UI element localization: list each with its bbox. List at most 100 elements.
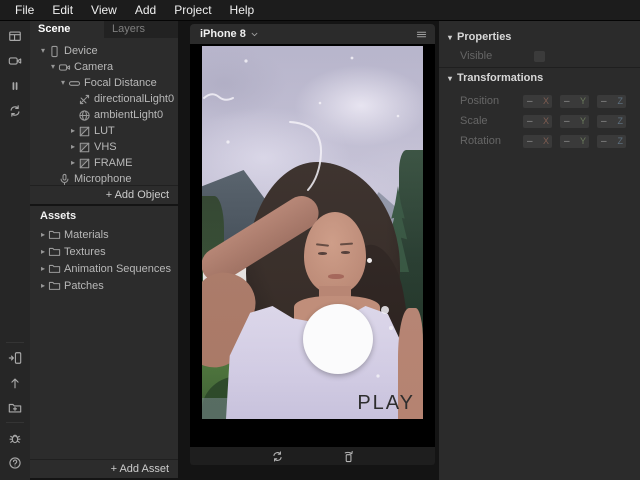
menu-file[interactable]: File <box>6 3 43 17</box>
scene-item-device[interactable]: ▾ Device <box>30 43 178 59</box>
asset-item-textures[interactable]: ▸ Textures <box>30 243 178 260</box>
expand-arrow-icon[interactable]: ▾ <box>48 59 58 75</box>
app-window: File Edit View Add Project Help Scene Layers … <box>0 0 640 480</box>
axis-letter: Z <box>617 96 624 106</box>
expand-arrow-icon[interactable]: ▸ <box>68 155 78 171</box>
expand-arrow-icon[interactable]: ▾ <box>58 75 68 91</box>
video-camera-icon <box>8 54 22 68</box>
scale-z-field[interactable]: – Z <box>597 114 626 128</box>
expand-arrow-icon[interactable]: ▸ <box>38 261 48 277</box>
menu-project[interactable]: Project <box>165 3 220 17</box>
menu-edit[interactable]: Edit <box>43 3 82 17</box>
scene-item-microphone[interactable]: Microphone <box>30 171 178 185</box>
mic-icon <box>58 173 71 186</box>
scene-item-label: Camera <box>74 61 114 73</box>
scene-item-label: FRAME <box>94 157 133 169</box>
axis-letter: X <box>542 116 549 126</box>
asset-item-patches[interactable]: ▸ Patches <box>30 277 178 294</box>
help-icon <box>8 456 22 470</box>
camera-preview[interactable]: PLAY <box>202 46 423 419</box>
add-object-button[interactable]: + Add Object <box>30 185 178 204</box>
axis-letter: Z <box>617 136 624 146</box>
scale-x-field[interactable]: – X <box>523 114 552 128</box>
preview-header: iPhone 8 <box>190 24 435 44</box>
scene-item-label: Focal Distance <box>84 77 157 89</box>
expand-arrow-icon[interactable]: ▸ <box>38 244 48 260</box>
restart-button[interactable] <box>271 450 284 463</box>
video-camera-button[interactable] <box>0 48 30 73</box>
expand-arrow-icon[interactable]: ▸ <box>68 123 78 139</box>
asset-item-label: Animation Sequences <box>64 262 172 275</box>
scene-item-ambientlight0[interactable]: ambientLight0 <box>30 107 178 123</box>
scene-item-focal-distance[interactable]: ▾ Focal Distance <box>30 75 178 91</box>
menu-help[interactable]: Help <box>221 3 264 17</box>
send-to-device-button[interactable] <box>0 345 30 370</box>
ambient-light-icon <box>78 109 91 122</box>
scene-item-directionallight0[interactable]: directionalLight0 <box>30 91 178 107</box>
folder-icon <box>48 262 61 275</box>
axis-value: – <box>601 135 607 147</box>
bug-button[interactable] <box>0 425 30 450</box>
position-y-field[interactable]: – Y <box>560 94 589 108</box>
tab-layers[interactable]: Layers <box>104 20 178 38</box>
transformations-rows: Position – X – Y – Z Scale – X – Y – Z Rotation – X – Y – Z <box>439 91 640 151</box>
transformations-section-header[interactable]: ▾ Transformations <box>439 69 640 87</box>
simulator: PLAY <box>190 44 435 447</box>
device-selector[interactable]: iPhone 8 <box>200 28 246 40</box>
rotation-row: Rotation – X – Y – Z <box>439 131 640 151</box>
properties-title: Properties <box>457 31 512 43</box>
scene-item-vhs[interactable]: ▸ VHS <box>30 139 178 155</box>
rotation-x-field[interactable]: – X <box>523 134 552 148</box>
expand-arrow-icon[interactable]: ▾ <box>38 43 48 59</box>
panels-icon <box>8 29 22 43</box>
tab-scene[interactable]: Scene <box>30 20 104 38</box>
add-asset-button[interactable]: + Add Asset <box>30 459 178 478</box>
panels-button[interactable] <box>0 23 30 48</box>
export-icon <box>8 401 22 415</box>
scene-panel: Scene Layers ▾ Device ▾ Camera ▾ Focal Distan… <box>30 20 178 204</box>
preview-menu-button[interactable] <box>415 28 428 41</box>
axis-letter: X <box>542 96 549 106</box>
tap-circle[interactable] <box>303 304 373 374</box>
axis-value: – <box>527 115 533 127</box>
expand-arrow-icon[interactable]: ▸ <box>68 139 78 155</box>
axis-letter: Y <box>579 116 586 126</box>
publish-icon <box>8 376 22 390</box>
sync-button[interactable] <box>0 98 30 123</box>
scene-tree: ▾ Device ▾ Camera ▾ Focal Distance directional… <box>30 38 178 185</box>
scale-row: Scale – X – Y – Z <box>439 111 640 131</box>
asset-item-label: Patches <box>64 279 104 292</box>
scene-item-lut[interactable]: ▸ LUT <box>30 123 178 139</box>
collapse-arrow-icon: ▾ <box>448 32 453 42</box>
scene-item-frame[interactable]: ▸ FRAME <box>30 155 178 171</box>
asset-item-animation-sequences[interactable]: ▸ Animation Sequences <box>30 260 178 277</box>
scene-item-label: LUT <box>94 125 115 137</box>
chevron-down-icon[interactable] <box>249 29 260 40</box>
scene-item-label: Device <box>64 45 98 57</box>
export-button[interactable] <box>0 395 30 420</box>
asset-item-materials[interactable]: ▸ Materials <box>30 226 178 243</box>
position-x-field[interactable]: – X <box>523 94 552 108</box>
scale-y-field[interactable]: – Y <box>560 114 589 128</box>
rotate-device-button[interactable] <box>342 450 355 463</box>
position-label: Position <box>460 95 500 107</box>
directional-light-icon <box>78 93 91 106</box>
position-z-field[interactable]: – Z <box>597 94 626 108</box>
pause-button[interactable] <box>0 73 30 98</box>
expand-arrow-icon[interactable]: ▸ <box>38 227 48 243</box>
expand-arrow-icon[interactable]: ▸ <box>38 278 48 294</box>
toolbar-divider <box>6 422 24 423</box>
visible-checkbox[interactable] <box>534 50 545 62</box>
scene-item-camera[interactable]: ▾ Camera <box>30 59 178 75</box>
publish-button[interactable] <box>0 370 30 395</box>
rotation-y-field[interactable]: – Y <box>560 134 589 148</box>
menu-view[interactable]: View <box>82 3 126 17</box>
transformations-title: Transformations <box>457 72 544 84</box>
properties-section-header[interactable]: ▾ Properties <box>439 28 640 46</box>
menu-add[interactable]: Add <box>126 3 165 17</box>
axis-value: – <box>564 95 570 107</box>
axis-value: – <box>564 115 570 127</box>
axis-value: – <box>601 115 607 127</box>
help-button[interactable] <box>0 450 30 475</box>
rotation-z-field[interactable]: – Z <box>597 134 626 148</box>
